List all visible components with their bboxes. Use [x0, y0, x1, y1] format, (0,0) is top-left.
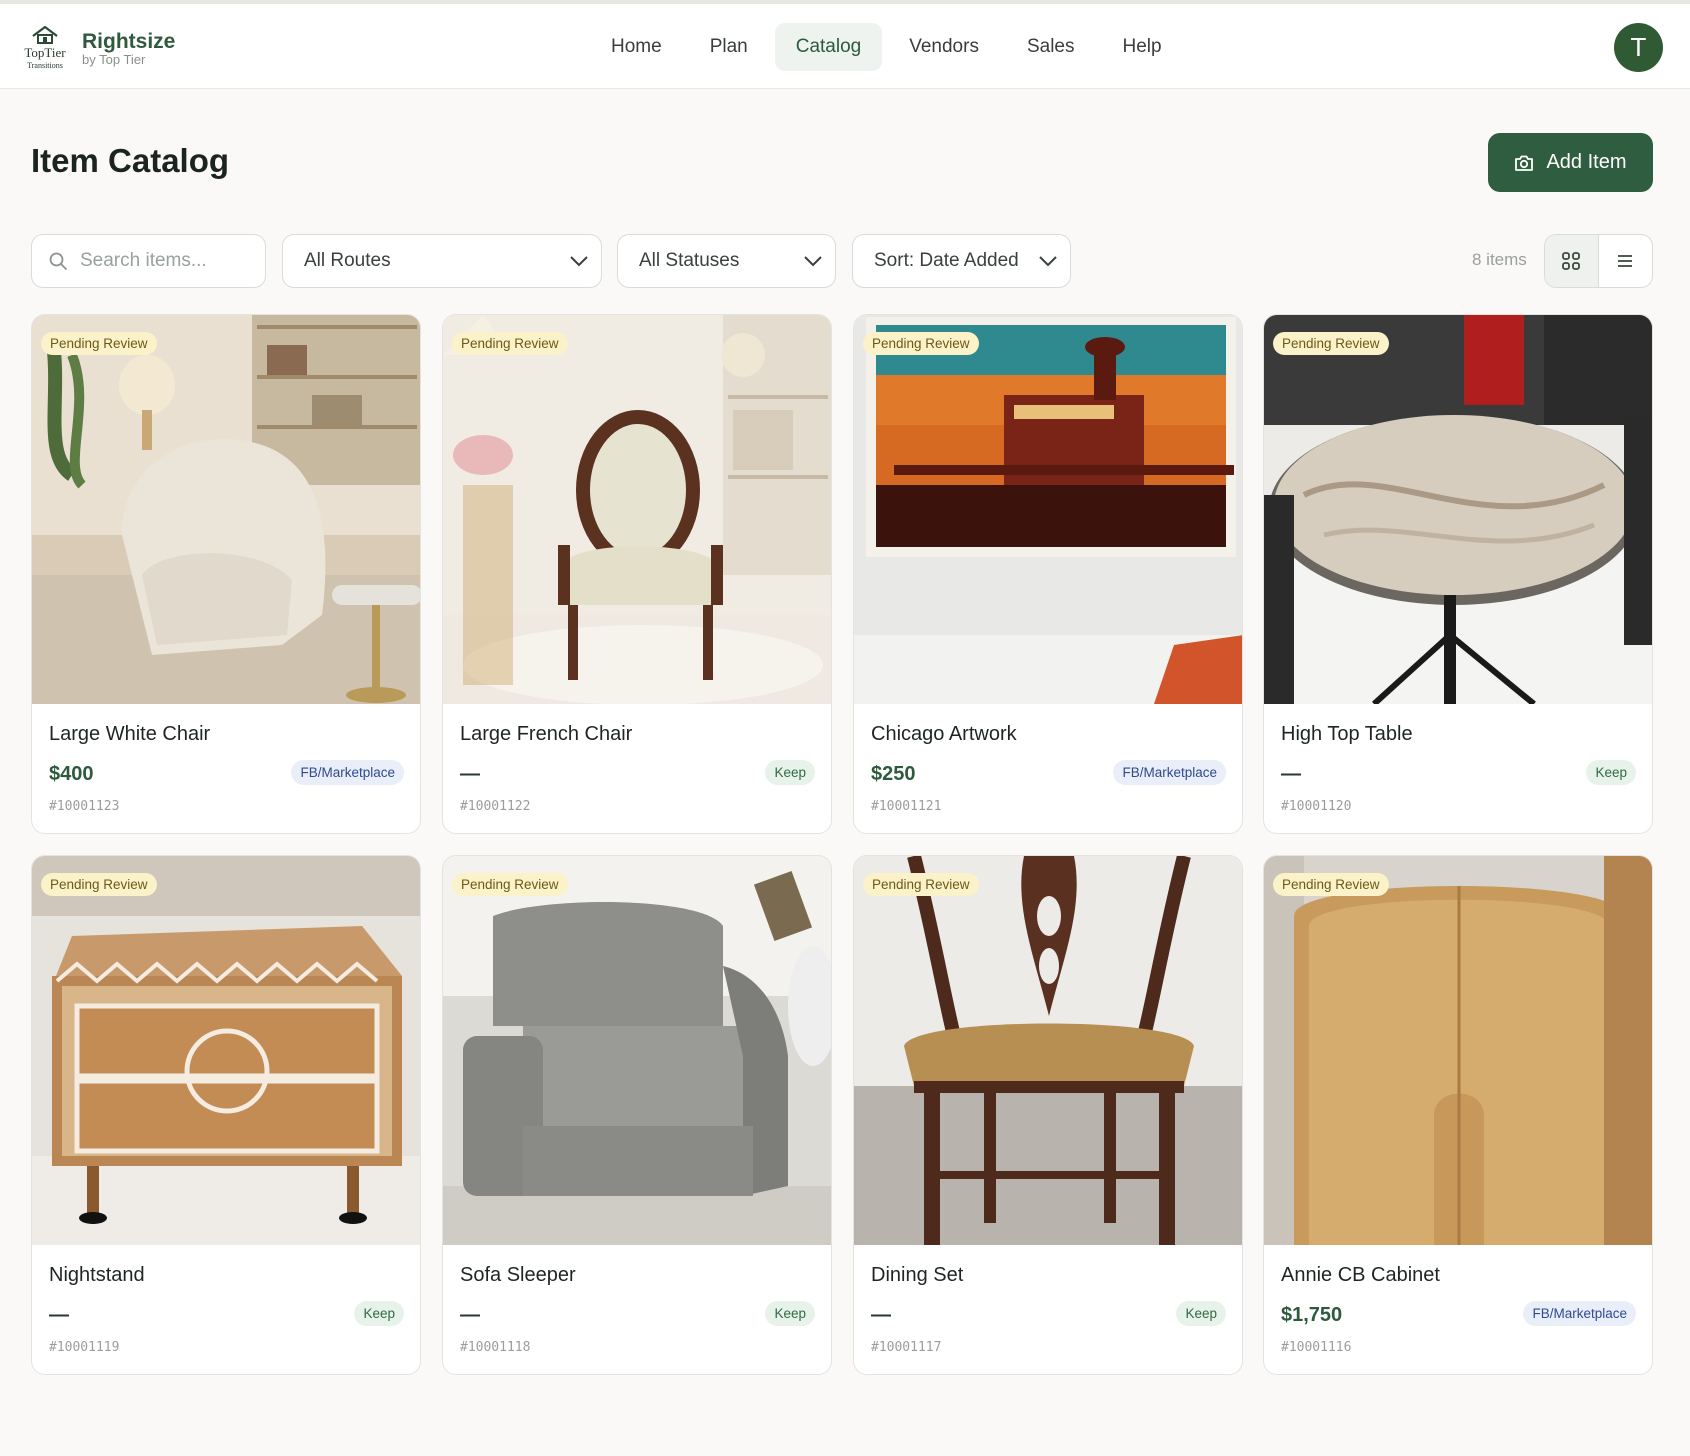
item-card[interactable]: Pending Review High Top Table — Keep #10… — [1263, 314, 1653, 834]
item-card[interactable]: Pending Review Annie CB Cabinet $1,750 F… — [1263, 855, 1653, 1375]
item-name: Dining Set — [871, 1264, 964, 1286]
status-badge: Pending Review — [452, 873, 568, 896]
route-badge: Keep — [354, 1301, 404, 1326]
item-sku: #10001123 — [49, 799, 120, 814]
grid-icon — [1562, 252, 1581, 270]
brand-tagline: by Top Tier — [82, 52, 146, 67]
item-card[interactable]: Pending Review Sofa Sleeper — Keep #1000… — [442, 855, 832, 1375]
item-count: 8 items — [1472, 250, 1527, 269]
item-price: $1,750 — [1281, 1304, 1343, 1326]
sort-value: Sort: Date Added — [874, 250, 1019, 271]
logo-subtext: Transitions — [27, 61, 63, 70]
item-photo-white-chair — [32, 315, 420, 704]
camera-icon — [1515, 155, 1534, 171]
search-input[interactable] — [80, 250, 250, 272]
page-title: Item Catalog — [31, 142, 230, 179]
nav-home[interactable]: Home — [590, 23, 683, 71]
nav-vendors[interactable]: Vendors — [888, 23, 1000, 71]
logo-text: TopTier — [24, 45, 66, 60]
item-price: — — [460, 763, 480, 785]
item-name: Large White Chair — [49, 723, 211, 745]
item-photo-french-chair — [443, 315, 831, 704]
status-filter-select[interactable]: All Statuses — [617, 234, 836, 288]
item-name: Large French Chair — [460, 723, 633, 745]
nav-help[interactable]: Help — [1101, 23, 1182, 71]
item-price: — — [460, 1304, 480, 1326]
nav-sales[interactable]: Sales — [1006, 23, 1096, 71]
item-price: — — [1281, 763, 1301, 785]
item-price: $400 — [49, 763, 94, 785]
item-photo-sofa-sleeper — [443, 856, 831, 1245]
search-icon — [49, 252, 67, 270]
status-badge: Pending Review — [1273, 873, 1389, 896]
route-badge: FB/Marketplace — [1523, 1301, 1636, 1326]
item-sku: #10001117 — [871, 1340, 942, 1355]
item-name: High Top Table — [1281, 723, 1413, 745]
status-filter-value: All Statuses — [639, 250, 740, 271]
list-view-button[interactable] — [1599, 235, 1653, 287]
add-item-button[interactable]: Add Item — [1488, 133, 1653, 192]
route-filter-value: All Routes — [304, 250, 391, 271]
item-sku: #10001119 — [49, 1340, 120, 1355]
status-badge: Pending Review — [863, 332, 979, 355]
item-sku: #10001118 — [460, 1340, 531, 1355]
app-header: TopTier Transitions Rightsize by Top Tie… — [0, 4, 1690, 89]
status-badge: Pending Review — [863, 873, 979, 896]
chevron-down-icon — [804, 256, 822, 267]
grid-view-button[interactable] — [1545, 235, 1599, 287]
user-avatar[interactable]: T — [1614, 23, 1663, 72]
item-sku: #10001122 — [460, 799, 531, 814]
status-badge: Pending Review — [452, 332, 568, 355]
route-badge: FB/Marketplace — [1113, 760, 1226, 785]
item-price: — — [49, 1304, 69, 1326]
item-card[interactable]: Pending Review Nightstand — Keep #100011… — [31, 855, 421, 1375]
nav-catalog[interactable]: Catalog — [774, 23, 883, 71]
house-icon — [32, 26, 58, 44]
item-sku: #10001116 — [1281, 1340, 1352, 1355]
item-card[interactable]: Pending Review Dining Set — Keep #100011… — [853, 855, 1243, 1375]
status-badge: Pending Review — [41, 873, 157, 896]
item-price: $250 — [871, 763, 916, 785]
route-badge: Keep — [1176, 1301, 1226, 1326]
item-name: Chicago Artwork — [871, 723, 1017, 745]
item-card[interactable]: Pending Review Chicago Artwork $250 FB/M… — [853, 314, 1243, 834]
route-badge: Keep — [1586, 760, 1636, 785]
item-photo-dining-set — [854, 856, 1242, 1245]
item-price: — — [871, 1304, 891, 1326]
search-box[interactable] — [31, 234, 266, 288]
route-badge: Keep — [765, 760, 815, 785]
item-card[interactable]: Pending Review Large White Chair $400 FB… — [31, 314, 421, 834]
item-name: Nightstand — [49, 1264, 145, 1286]
item-sku: #10001120 — [1281, 799, 1352, 814]
item-photo-chicago-artwork — [854, 315, 1242, 704]
chevron-down-icon — [570, 256, 588, 267]
toptier-logo[interactable]: TopTier Transitions — [20, 26, 70, 74]
chevron-down-icon — [1039, 256, 1057, 267]
route-badge: FB/Marketplace — [291, 760, 404, 785]
route-badge: Keep — [765, 1301, 815, 1326]
item-photo-nightstand — [32, 856, 420, 1245]
view-toggle — [1544, 234, 1653, 288]
nav-plan[interactable]: Plan — [689, 23, 769, 71]
status-badge: Pending Review — [1273, 332, 1389, 355]
item-name: Sofa Sleeper — [460, 1264, 576, 1286]
brand-name[interactable]: Rightsize — [82, 30, 175, 54]
sort-select[interactable]: Sort: Date Added — [852, 234, 1071, 288]
item-photo-cabinet — [1264, 856, 1652, 1245]
route-filter-select[interactable]: All Routes — [282, 234, 602, 288]
status-badge: Pending Review — [41, 332, 157, 355]
item-card[interactable]: Pending Review Large French Chair — Keep… — [442, 314, 832, 834]
add-item-label: Add Item — [1546, 151, 1627, 173]
item-photo-high-top-table — [1264, 315, 1652, 704]
main-nav: Home Plan Catalog Vendors Sales Help — [590, 23, 1189, 71]
item-name: Annie CB Cabinet — [1281, 1264, 1440, 1286]
item-sku: #10001121 — [871, 799, 942, 814]
list-icon — [1618, 255, 1633, 267]
